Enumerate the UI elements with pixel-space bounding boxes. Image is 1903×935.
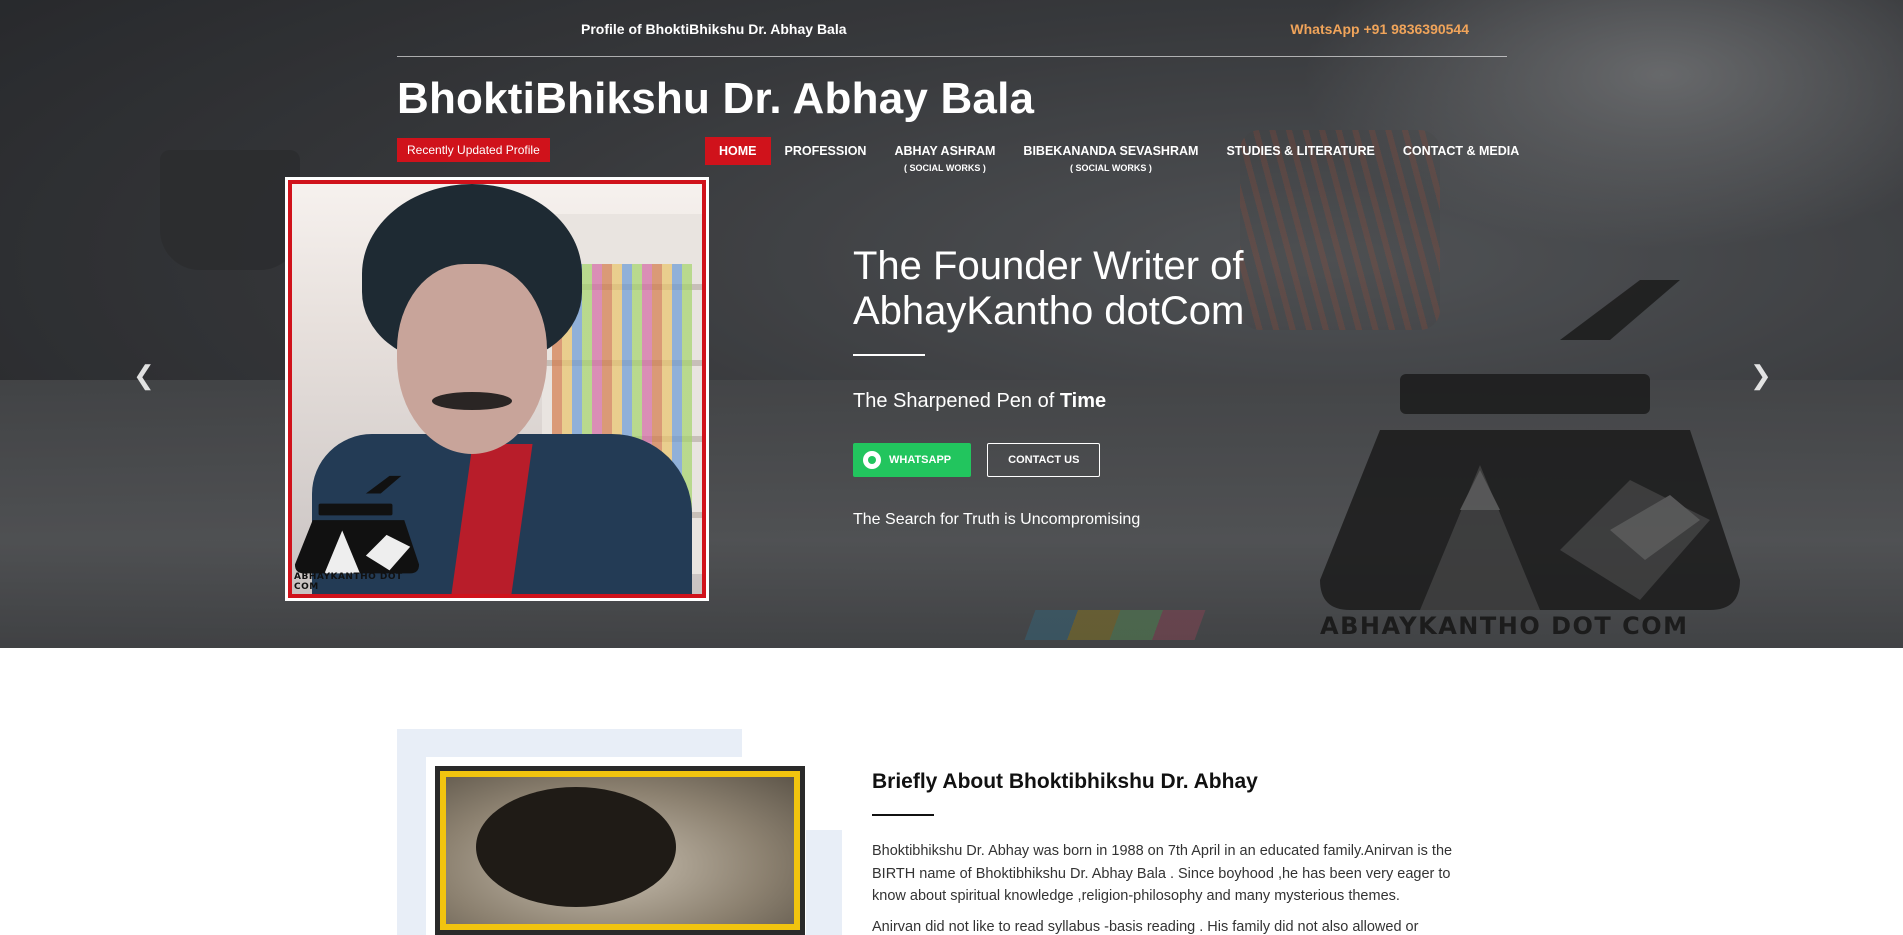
nav-item-abhay-ashram[interactable]: ABHAY ASHRAM ( SOCIAL WORKS ): [880, 137, 1009, 173]
about-photo-image: [446, 777, 794, 924]
about-section: Briefly About Bhoktibhikshu Dr. Abhay Bh…: [872, 770, 1482, 935]
whatsapp-button-label: WHATSAPP: [889, 454, 952, 466]
nav-item-contact-media[interactable]: CONTACT & MEDIA: [1389, 137, 1533, 165]
whatsapp-button[interactable]: WHATSAPP: [853, 443, 972, 477]
about-divider: [872, 814, 934, 816]
about-photo-hair: [476, 787, 676, 907]
about-paragraph-2: Anirvan did not like to read syllabus -b…: [872, 918, 1419, 935]
nav-item-label: HOME: [719, 144, 757, 158]
recently-updated-badge[interactable]: Recently Updated Profile: [397, 138, 550, 162]
hero-tagline-bold: Time: [1059, 390, 1107, 412]
carousel-prev-button[interactable]: ❮: [133, 360, 155, 390]
profile-link[interactable]: Profile of BhoktiBhikshu Dr. Abhay Bala: [581, 21, 847, 37]
nav-item-sublabel: ( SOCIAL WORKS ): [1070, 163, 1152, 173]
hero-heading-line2: AbhayKantho dotCom: [853, 289, 1245, 333]
nav-item-sublabel: ( SOCIAL WORKS ): [904, 163, 986, 173]
hero-tagline: The Sharpened Pen of Time: [853, 390, 1373, 413]
contact-us-button[interactable]: CONTACT US: [987, 443, 1101, 477]
hero-heading-line1: The Founder Writer of: [853, 244, 1244, 288]
whatsapp-phone-link[interactable]: WhatsApp +91 9836390544: [1290, 21, 1469, 37]
about-paragraph-1: Bhoktibhikshu Dr. Abhay was born in 1988…: [872, 843, 1453, 904]
nav-item-label: PROFESSION: [784, 144, 867, 158]
nav-item-label: ABHAY ASHRAM: [894, 144, 996, 158]
hero-text: The Founder Writer of AbhayKantho dotCom…: [853, 244, 1373, 529]
inkpot-logo-icon: [294, 475, 420, 574]
nav-item-label: CONTACT & MEDIA: [1402, 144, 1520, 158]
watermark-logo-icon: [1320, 280, 1740, 610]
nav-item-bibekananda-sevashram[interactable]: BIBEKANANDA SEVASHRAM ( SOCIAL WORKS ): [1009, 137, 1212, 173]
hero-portrait-photo: ABHAYKANTHO DOT COM: [292, 184, 702, 594]
portrait-person-face: [397, 264, 547, 454]
watermark-logo-text: ABHAYKANTHO DOT COM: [1320, 612, 1689, 640]
hero-buttons: WHATSAPP CONTACT US: [853, 443, 1373, 477]
main-nav: HOME PROFESSION ABHAY ASHRAM ( SOCIAL WO…: [705, 137, 1533, 177]
portrait-person-mustache: [432, 392, 512, 410]
about-title: Briefly About Bhoktibhikshu Dr. Abhay: [872, 770, 1258, 793]
carousel-next-button[interactable]: ❯: [1750, 360, 1772, 390]
nav-item-studies-literature[interactable]: STUDIES & LITERATURE: [1212, 137, 1388, 165]
portrait-logo: ABHAYKANTHO DOT COM: [292, 474, 422, 594]
nav-item-label: STUDIES & LITERATURE: [1226, 144, 1375, 158]
hero-tagline-prefix: The Sharpened Pen of: [853, 390, 1060, 412]
nav-item-label: BIBEKANANDA SEVASHRAM: [1023, 144, 1199, 158]
chevron-left-icon: ❮: [133, 360, 155, 390]
hero-divider: [853, 354, 925, 356]
hero-search-text: The Search for Truth is Uncompromising: [853, 511, 1141, 528]
top-bar: Profile of BhoktiBhikshu Dr. Abhay Bala …: [397, 0, 1507, 57]
whatsapp-icon: [863, 451, 881, 469]
hero-portrait-frame: ABHAYKANTHO DOT COM: [285, 177, 709, 601]
chevron-right-icon: ❯: [1750, 360, 1772, 390]
nav-item-home[interactable]: HOME: [705, 137, 771, 165]
portrait-logo-text: ABHAYKANTHO DOT COM: [294, 572, 403, 592]
hero-heading: The Founder Writer of AbhayKantho dotCom: [853, 244, 1373, 334]
site-title[interactable]: BhoktiBhikshu Dr. Abhay Bala: [397, 74, 1034, 124]
nav-item-profession[interactable]: PROFESSION: [771, 137, 881, 165]
about-photo: [435, 766, 805, 935]
hero-section: ABHAYKANTHO DOT COM Profile of BhoktiBhi…: [0, 0, 1903, 648]
